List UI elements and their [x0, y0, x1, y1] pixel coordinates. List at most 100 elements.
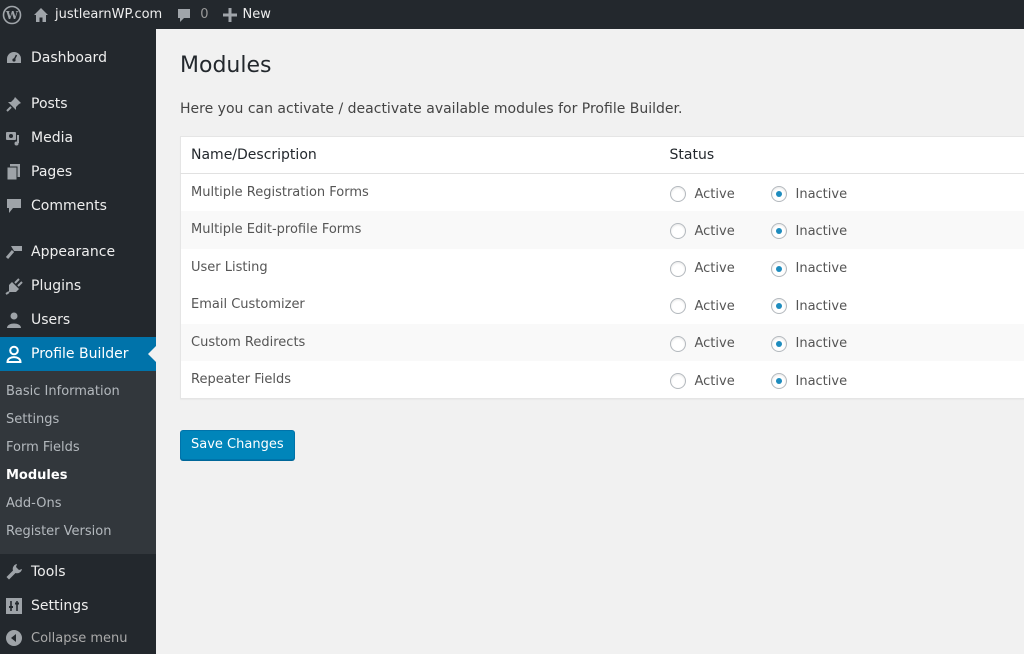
- inactive-radio[interactable]: [770, 335, 787, 352]
- dashboard-icon: [4, 48, 24, 68]
- status-options: Active Inactive: [669, 370, 1024, 389]
- sidebar-item-plugins[interactable]: Plugins: [0, 269, 156, 303]
- sidebar-item-appearance[interactable]: Appearance: [0, 235, 156, 269]
- active-option[interactable]: Active: [669, 335, 771, 352]
- site-name-link[interactable]: justlearnWP.com: [26, 0, 169, 29]
- comments-count: 0: [200, 7, 209, 22]
- active-radio[interactable]: [669, 373, 686, 389]
- sidebar-item-settings[interactable]: Settings: [0, 589, 156, 623]
- sidebar-item-label: Tools: [31, 564, 66, 580]
- sidebar-item-label: Posts: [31, 96, 68, 112]
- inactive-option[interactable]: Inactive: [770, 186, 848, 202]
- active-radio[interactable]: [669, 223, 686, 240]
- sidebar-item-media[interactable]: Media: [0, 121, 156, 155]
- submenu-register-version[interactable]: Register Version: [0, 518, 156, 546]
- wordpress-icon: W: [2, 5, 22, 24]
- submenu-basic-information[interactable]: Basic Information: [0, 378, 156, 406]
- sidebar-item-pages[interactable]: Pages: [0, 155, 156, 189]
- sidebar-item-label: Appearance: [31, 244, 116, 260]
- column-header-name: Name/Description: [180, 136, 670, 174]
- active-radio[interactable]: [669, 260, 686, 277]
- inactive-label: Inactive: [795, 261, 848, 277]
- inactive-radio[interactable]: [770, 186, 787, 202]
- status-options: Active Inactive: [669, 333, 1024, 352]
- active-radio[interactable]: [669, 186, 686, 202]
- table-header-row: Name/Description Status: [180, 136, 1024, 174]
- module-status: Active Inactive: [669, 286, 1024, 324]
- active-label: Active: [694, 373, 735, 389]
- submenu-form-fields[interactable]: Form Fields: [0, 434, 156, 462]
- sidebar-item-label: Media: [31, 130, 74, 146]
- sliders-icon: [4, 596, 24, 616]
- inactive-option[interactable]: Inactive: [770, 298, 848, 315]
- active-radio[interactable]: [669, 335, 686, 352]
- table-row: Email Customizer Active Inactive: [181, 286, 1024, 324]
- module-status: Active Inactive: [669, 323, 1024, 361]
- module-name-repeater-fields: Repeater Fields: [191, 372, 292, 387]
- inactive-option[interactable]: Inactive: [770, 260, 848, 277]
- sidebar-item-label: Plugins: [31, 278, 82, 294]
- plug-icon: [4, 276, 24, 296]
- wrench-icon: [4, 562, 24, 582]
- sidebar-item-dashboard[interactable]: Dashboard: [0, 41, 156, 75]
- status-options: Active Inactive: [669, 295, 1024, 315]
- active-option[interactable]: Active: [669, 298, 771, 315]
- inactive-label: Inactive: [795, 336, 848, 352]
- comments-link[interactable]: 0: [169, 0, 215, 29]
- sidebar-item-tools[interactable]: Tools: [0, 555, 156, 589]
- inactive-label: Inactive: [795, 373, 848, 389]
- column-header-status: Status: [669, 136, 1024, 174]
- table-row: Multiple Edit-profile Forms Active Inactiv…: [180, 211, 1024, 249]
- active-label: Active: [694, 223, 735, 239]
- inactive-option[interactable]: Inactive: [770, 373, 848, 389]
- sidebar-item-users[interactable]: Users: [0, 303, 156, 337]
- inactive-radio[interactable]: [770, 298, 787, 315]
- inactive-radio[interactable]: [770, 260, 787, 277]
- comment-icon: [178, 8, 191, 22]
- sidebar-item-comments[interactable]: Comments: [0, 189, 156, 223]
- active-option[interactable]: Active: [669, 373, 771, 389]
- module-name-email-customizer: Email Customizer: [191, 297, 305, 313]
- inactive-option[interactable]: Inactive: [770, 335, 848, 352]
- save-changes-button[interactable]: Save Changes: [180, 430, 295, 460]
- collapse-icon: [4, 628, 24, 648]
- submenu-modules[interactable]: Modules: [0, 462, 156, 490]
- sidebar-item-posts[interactable]: Posts: [0, 87, 156, 121]
- module-status: Active Inactive: [669, 174, 1024, 212]
- active-option[interactable]: Active: [669, 223, 771, 240]
- media-icon: [4, 128, 24, 148]
- inactive-radio[interactable]: [770, 223, 787, 240]
- sidebar-item-profile-builder[interactable]: Profile Builder: [0, 337, 156, 371]
- active-radio[interactable]: [669, 298, 686, 315]
- inactive-radio[interactable]: [770, 373, 787, 389]
- status-options: Active Inactive: [669, 220, 1024, 240]
- profile-builder-submenu: Basic Information Settings Form Fields M…: [0, 371, 156, 554]
- active-option[interactable]: Active: [669, 260, 771, 277]
- collapse-menu-button[interactable]: Collapse menu: [0, 623, 156, 653]
- submenu-settings[interactable]: Settings: [0, 406, 156, 434]
- paintbrush-icon: [4, 242, 24, 262]
- user-icon: [4, 310, 24, 330]
- module-status: Active Inactive: [669, 361, 1024, 399]
- submenu-add-ons[interactable]: Add-Ons: [0, 490, 156, 518]
- pin-icon: [4, 94, 24, 114]
- active-label: Active: [694, 186, 735, 202]
- inactive-label: Inactive: [795, 298, 848, 314]
- sidebar-item-label: Comments: [31, 198, 107, 214]
- new-label: New: [242, 7, 271, 22]
- inactive-label: Inactive: [795, 186, 848, 202]
- module-name-multiple-edit-profile-forms: Multiple Edit-profile Forms: [180, 211, 670, 249]
- modules-table: Name/Description Status Multiple Registr…: [180, 136, 1024, 399]
- wordpress-logo-button[interactable]: W: [0, 0, 26, 29]
- module-name-user-listing: User Listing: [191, 259, 268, 275]
- inactive-option[interactable]: Inactive: [770, 223, 848, 240]
- collapse-menu-label: Collapse menu: [31, 630, 128, 646]
- home-icon: [34, 7, 48, 22]
- main-content: Modules Here you can activate / deactiva…: [156, 29, 1024, 654]
- module-status: Active Inactive: [669, 249, 1024, 287]
- active-label: Active: [694, 298, 735, 314]
- status-options: Active Inactive: [669, 258, 1024, 277]
- inactive-label: Inactive: [795, 223, 848, 239]
- new-content-button[interactable]: New: [216, 0, 278, 29]
- active-option[interactable]: Active: [669, 186, 771, 202]
